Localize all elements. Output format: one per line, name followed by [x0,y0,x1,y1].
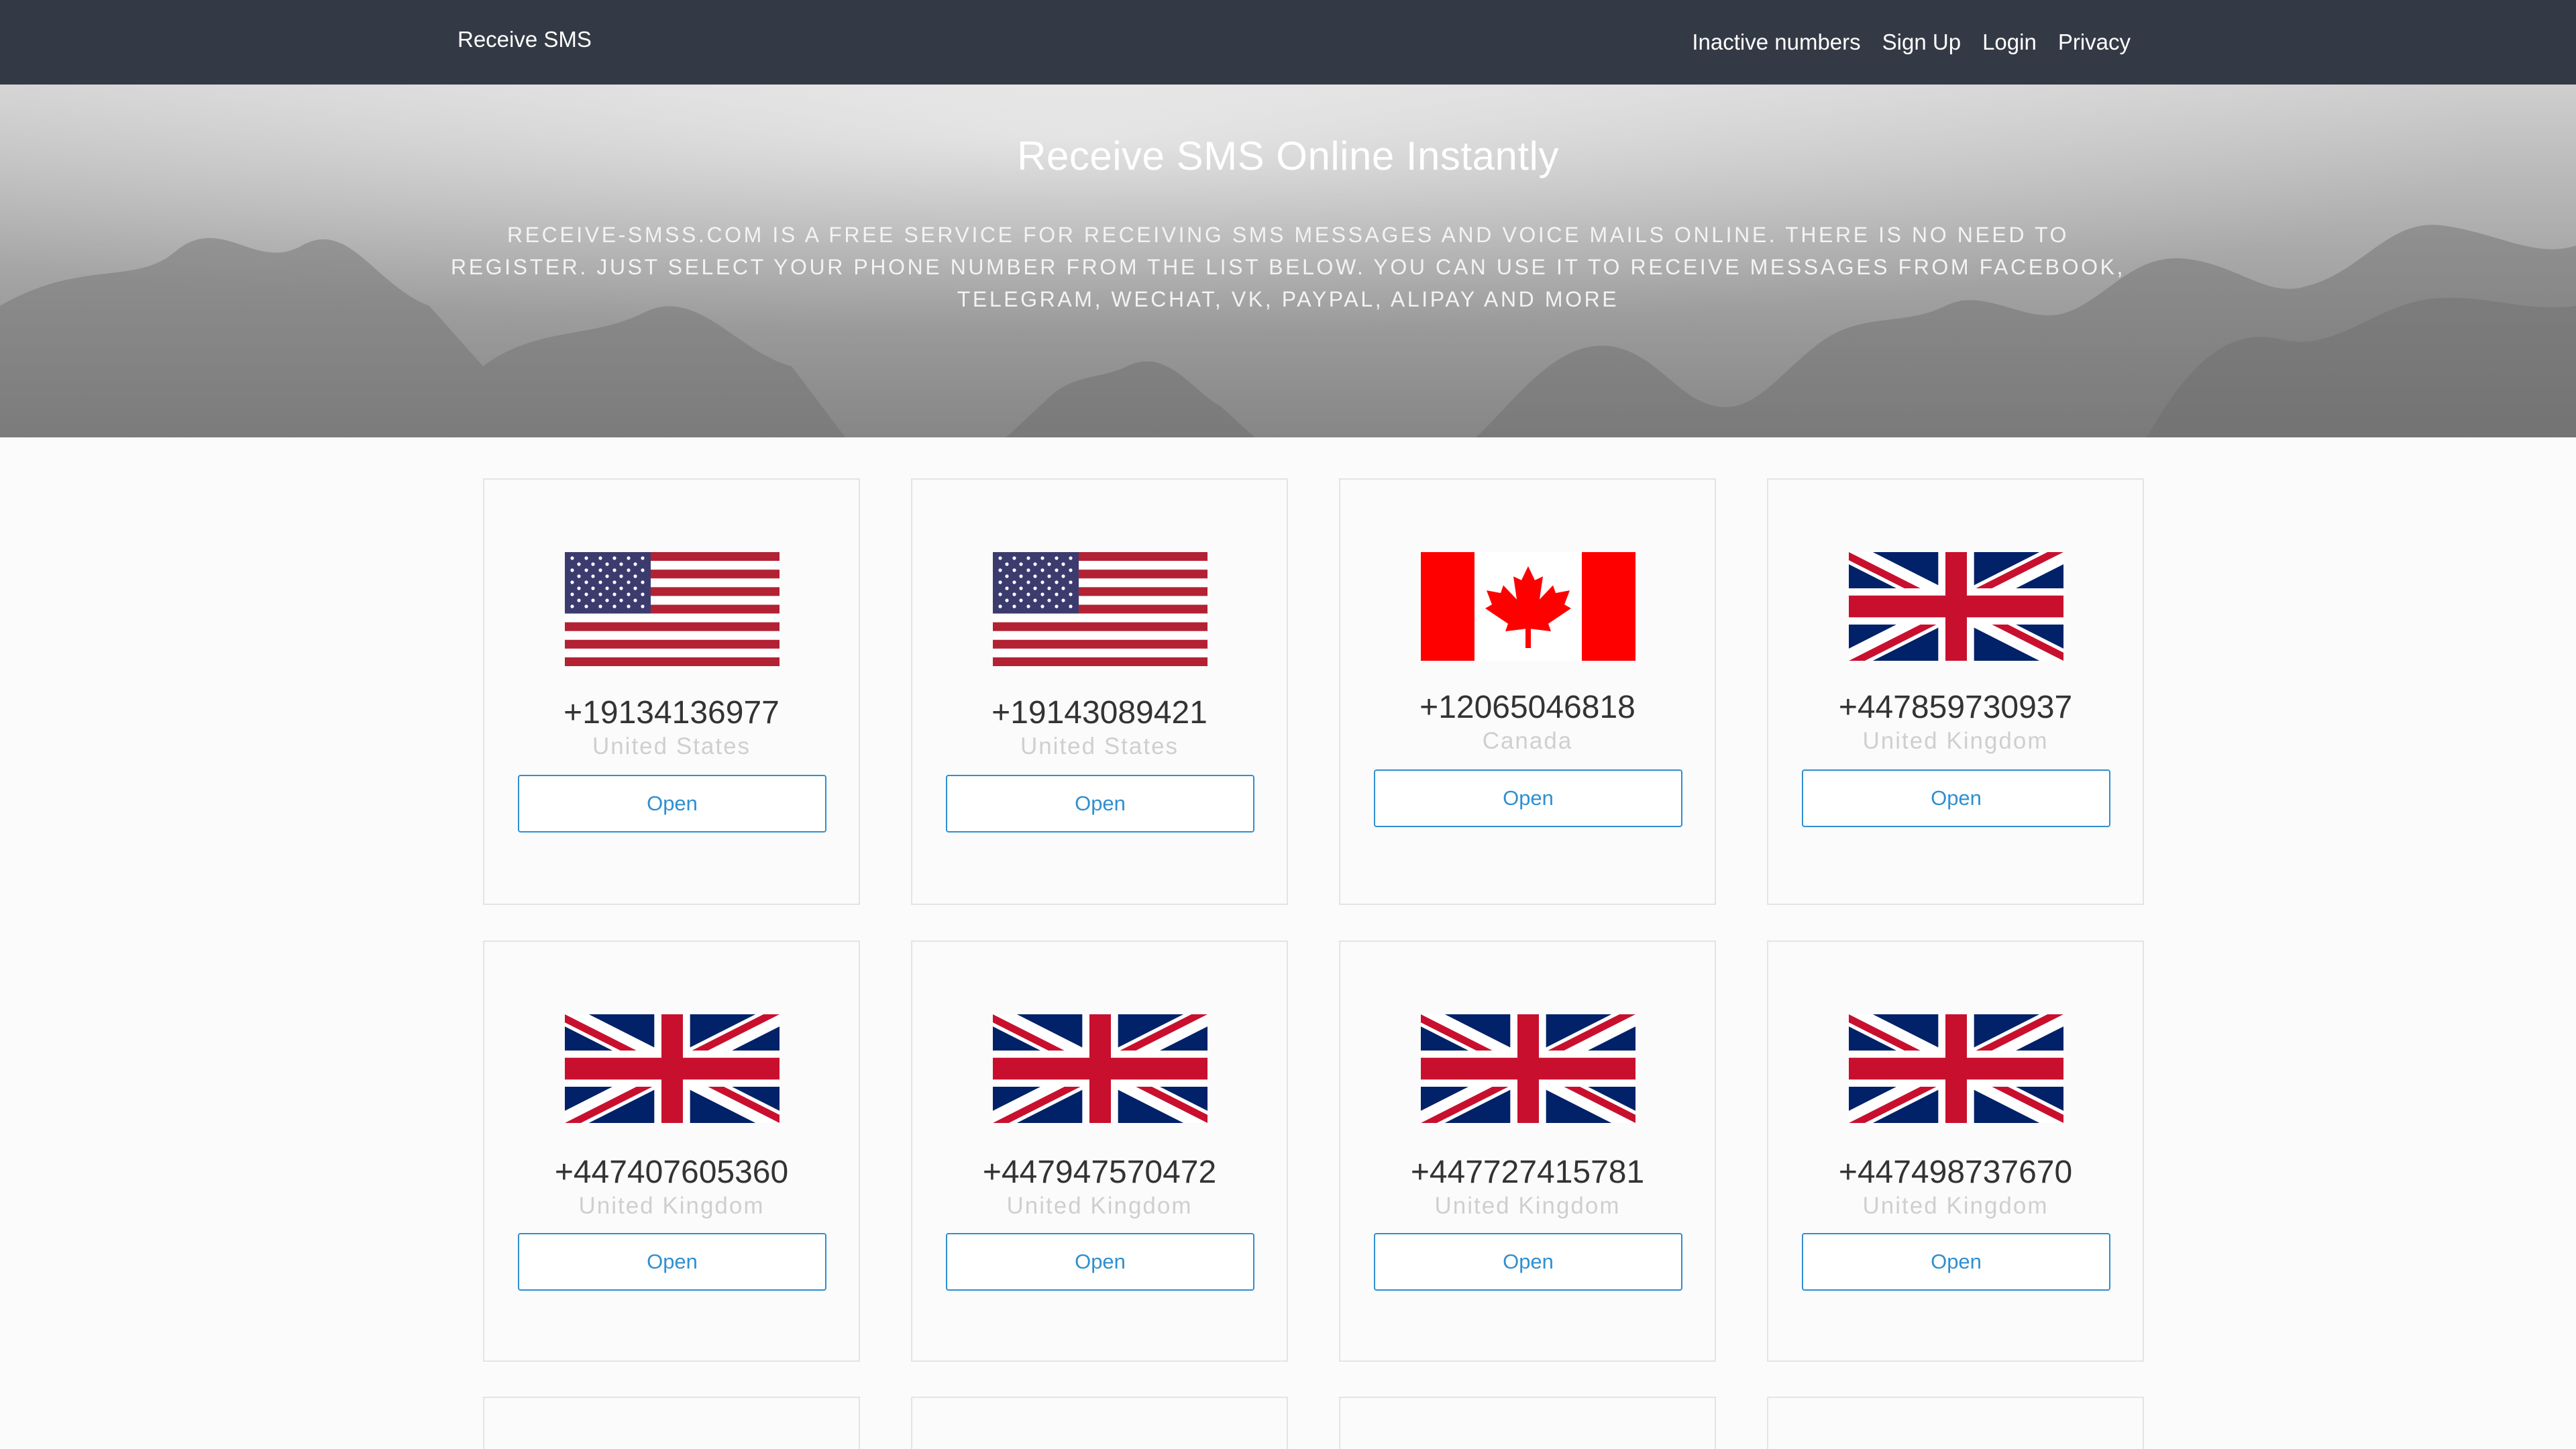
nav-links: Inactive numbers Sign Up Login Privacy [1692,0,2131,85]
phone-number: +447407605360 [554,1155,789,1190]
phone-number: +12065046818 [1419,690,1635,725]
canada-flag-icon [1421,552,1635,661]
uk-flag-icon [565,1014,780,1123]
uk-flag-icon [1421,1014,1635,1123]
number-card [1767,1397,2144,1449]
uk-flag-icon [1849,1014,2063,1123]
number-card: +447407605360 United Kingdom Open [483,941,860,1362]
country-name: United Kingdom [1862,728,2049,754]
number-card: +447498737670 United Kingdom Open [1767,941,2144,1362]
phone-number: +447727415781 [1410,1155,1645,1190]
number-card: +447727415781 United Kingdom Open [1339,941,1716,1362]
hero-banner: Receive SMS Online Instantly RECEIVE-SMS… [0,85,2576,437]
country-name: United Kingdom [1862,1193,2049,1219]
open-button[interactable]: Open [946,1233,1254,1291]
country-name: United States [592,733,751,759]
phone-number: +447498737670 [1838,1155,2073,1190]
us-flag-icon [993,552,1208,666]
country-name: Canada [1482,728,1573,754]
number-card: +19143089421 United States Open [911,478,1288,905]
number-card [1339,1397,1716,1449]
number-card: +12065046818 Canada Open [1339,478,1716,905]
phone-number: +19143089421 [991,695,1208,731]
open-button[interactable]: Open [1802,1233,2110,1291]
nav-link-sign-up[interactable]: Sign Up [1882,3,1961,82]
nav-link-login[interactable]: Login [1982,3,2037,82]
hero-description: RECEIVE-SMSS.COM IS A FREE SERVICE FOR R… [451,223,2125,311]
number-card: +447859730937 United Kingdom Open [1767,478,2144,905]
nav-link-inactive-numbers[interactable]: Inactive numbers [1692,3,1860,82]
country-name: United Kingdom [1434,1193,1621,1219]
country-name: United Kingdom [578,1193,765,1219]
open-button[interactable]: Open [1374,769,1682,827]
brand-link[interactable]: Receive SMS [458,0,592,85]
uk-flag-icon [1849,552,2063,661]
open-button[interactable]: Open [1802,769,2110,827]
number-card [911,1397,1288,1449]
country-name: United States [1020,733,1179,759]
number-card [483,1397,860,1449]
navbar: Receive SMS Inactive numbers Sign Up Log… [0,0,2576,85]
number-card: +447947570472 United Kingdom Open [911,941,1288,1362]
open-button[interactable]: Open [518,1233,826,1291]
number-card: +19134136977 United States Open [483,478,860,905]
phone-number: +447859730937 [1838,690,2073,725]
open-button[interactable]: Open [946,775,1254,833]
open-button[interactable]: Open [1374,1233,1682,1291]
country-name: United Kingdom [1006,1193,1193,1219]
hero-title: Receive SMS Online Instantly [1017,133,1559,178]
uk-flag-icon [993,1014,1208,1123]
us-flag-icon [565,552,780,666]
phone-number: +19134136977 [564,695,780,731]
phone-number: +447947570472 [982,1155,1217,1190]
nav-link-privacy[interactable]: Privacy [2058,3,2131,82]
open-button[interactable]: Open [518,775,826,833]
